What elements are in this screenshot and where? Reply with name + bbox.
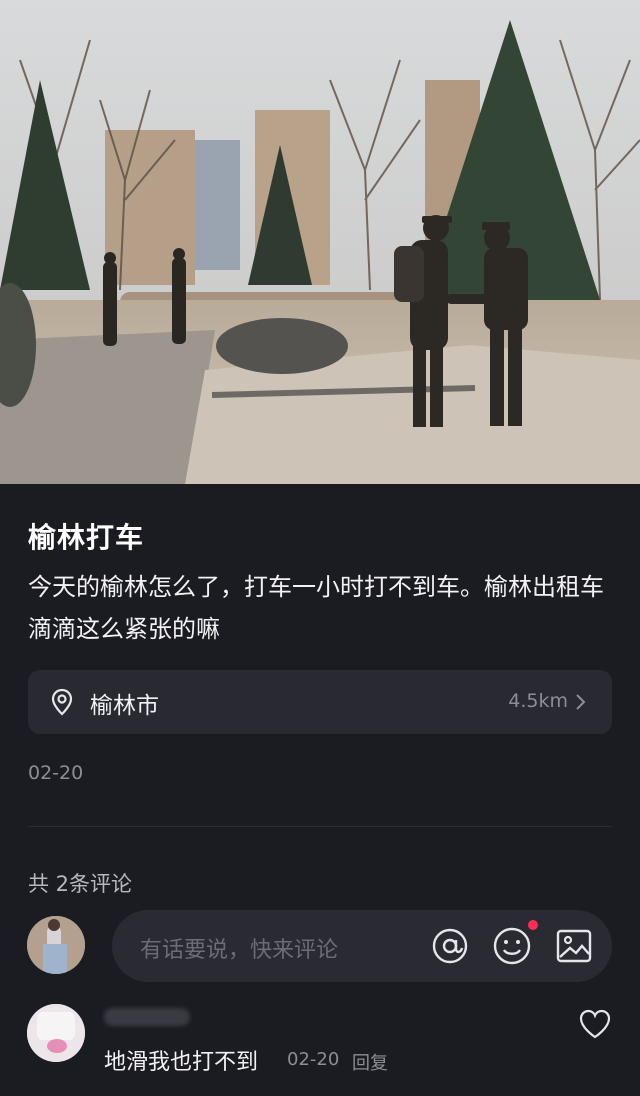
image-icon[interactable] <box>554 926 594 966</box>
heart-icon[interactable] <box>578 1008 612 1040</box>
divider <box>28 826 612 827</box>
comment-text: 地滑我也打不到 <box>104 1050 259 1075</box>
post-date: 02-20 <box>28 762 84 784</box>
comment-count: 共 2条评论 <box>28 872 133 896</box>
post-photo[interactable] <box>0 0 640 484</box>
avatar-photo <box>27 1004 85 1062</box>
park-statue-photo <box>0 0 640 484</box>
reply-button[interactable]: 回复 <box>352 1049 388 1075</box>
location-pin-icon <box>51 688 73 716</box>
my-avatar[interactable] <box>27 916 85 974</box>
notification-dot <box>528 920 538 930</box>
commenter-avatar[interactable] <box>27 1004 85 1062</box>
post-content: 榆林打车 今天的榆林怎么了，打车一小时打不到车。榆林出租车滴滴这么紧张的嘛 榆林… <box>0 484 640 1096</box>
post-description: 今天的榆林怎么了，打车一小时打不到车。榆林出租车滴滴这么紧张的嘛 <box>28 573 604 643</box>
avatar-photo <box>27 916 85 974</box>
at-icon[interactable] <box>430 926 470 966</box>
comment-input-placeholder: 有话要说，快来评论 <box>140 938 339 963</box>
location-name: 榆林市 <box>90 693 159 719</box>
comment-input[interactable]: 有话要说，快来评论 <box>112 910 612 982</box>
emoji-icon[interactable] <box>492 926 532 966</box>
comment-date: 02-20 <box>287 1049 340 1070</box>
post-title: 榆林打车 <box>28 521 145 554</box>
location-distance: 4.5km <box>508 690 568 712</box>
location-card[interactable]: 榆林市 4.5km <box>28 670 612 734</box>
chevron-right-icon <box>576 694 586 710</box>
commenter-name-blurred <box>104 1008 190 1026</box>
